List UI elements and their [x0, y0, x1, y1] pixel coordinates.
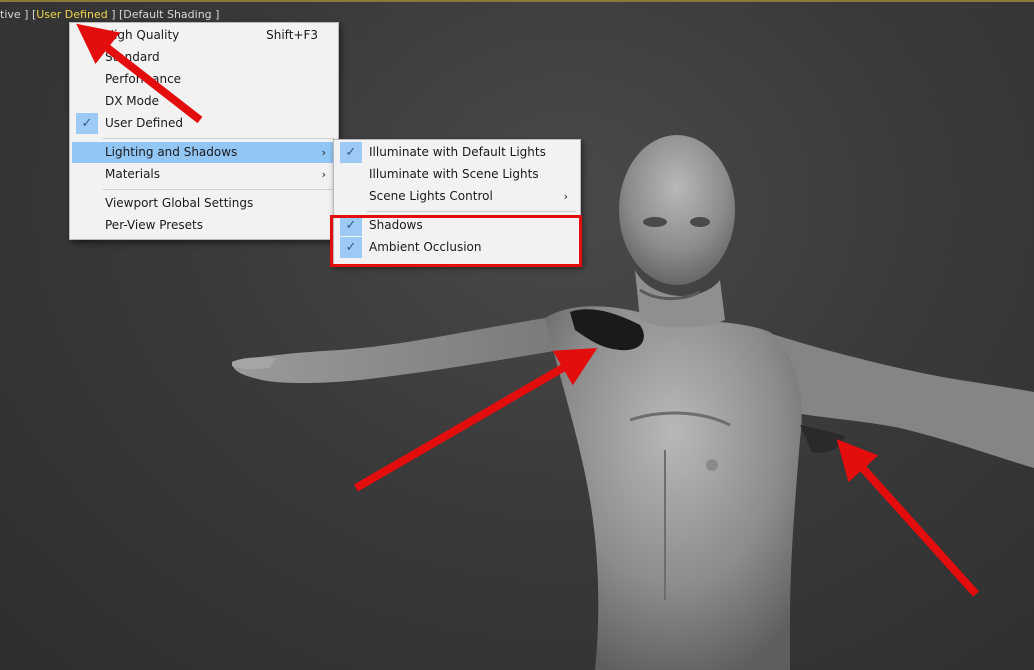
annotation-arrows	[76, 23, 979, 597]
annotation-arrow-shoulder	[353, 347, 598, 492]
annotation-arrow-preset	[76, 23, 203, 124]
annotation-arrow-armpit	[836, 439, 979, 597]
